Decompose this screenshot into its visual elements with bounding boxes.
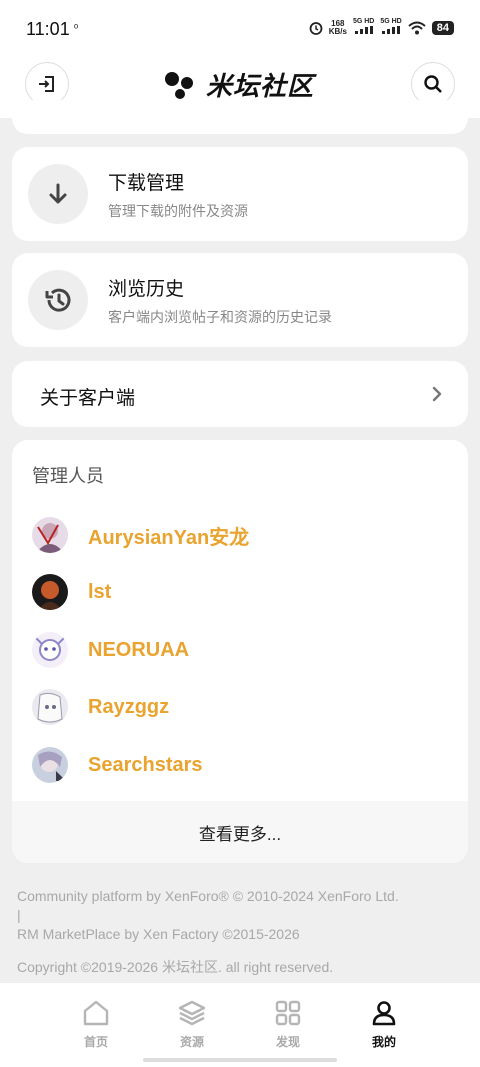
admin-item[interactable]: AurysianYan安龙 [32,516,249,554]
alarm-icon [309,21,323,35]
tab-mine[interactable]: 我的 [354,999,414,1050]
download-icon-container [28,164,88,224]
footer-xenforo: Community platform by XenForo® © 2010-20… [17,888,399,904]
wifi-icon [408,21,426,34]
battery-indicator: 84 [431,20,454,35]
status-time: 11:01 [26,19,70,39]
avatar [32,517,68,553]
downloads-subtitle: 管理下载的附件及资源 [108,202,248,219]
signal-bars-icon [382,26,401,34]
admin-item[interactable]: Rayzggz [32,688,169,726]
about-label: 关于客户端 [40,388,136,409]
avatar [32,574,68,610]
tab-mine-label: 我的 [371,1035,396,1049]
home-icon [83,1000,109,1026]
admin-name: AurysianYan安龙 [88,526,250,549]
tab-home[interactable]: 首页 [66,999,126,1050]
avatar [32,689,68,725]
download-icon [49,183,67,204]
previous-menu-card [12,100,468,134]
menu-item-about[interactable]: 关于客户端 [12,361,468,427]
layers-icon [178,1000,206,1026]
history-icon [45,288,71,312]
bottom-tab-bar: 首页 资源 发现 我的 [0,982,480,1067]
footer-marketplace: RM MarketPlace by Xen Factory ©2015-2026 [17,926,300,942]
history-title: 浏览历史 [108,278,185,300]
admin-name: NEORUAA [88,638,190,661]
footer-copyright: Copyright ©2019-2026 米坛社区. all right res… [17,959,334,975]
avatar [32,747,68,783]
status-bar: 11:01 ᵒ 168 KB/s 5G HD 5G HD 84 [0,0,480,56]
user-icon [372,1001,396,1026]
signal-sim1-label: 5G HD [352,18,375,25]
notification-icon: ᵒ [74,22,79,34]
logo-mark-icon [165,71,193,99]
logo-text: 米坛社区 [206,71,315,101]
tab-resources-label: 资源 [179,1035,204,1049]
signal-sim1: 5G HD [353,18,374,37]
network-speed-unit: KB/s [328,26,347,36]
admin-name: Rayzggz [88,695,170,718]
admins-card: 管理人员 AurysianYan安龙 lst NEORUAA Rayzggz S… [12,440,468,863]
network-speed: 168 KB/s [328,19,347,36]
admin-name: lst [88,580,112,603]
view-more-button[interactable]: 查看更多... [12,801,468,863]
site-logo[interactable]: 米坛社区 [164,66,314,103]
status-indicators: 168 KB/s 5G HD 5G HD 84 [309,18,454,37]
tab-home-label: 首页 [83,1035,108,1049]
menu-item-downloads[interactable]: 下载管理 管理下载的附件及资源 [12,147,468,241]
tab-discover[interactable]: 发现 [258,999,318,1050]
avatar [32,632,68,668]
history-subtitle: 客户端内浏览帖子和资源的历史记录 [108,308,332,325]
history-icon-container [28,270,88,330]
tab-resources[interactable]: 资源 [162,999,222,1050]
admin-item[interactable]: Searchstars [32,746,203,784]
tab-discover-label: 发现 [275,1035,300,1049]
admin-item[interactable]: lst [32,573,111,611]
signal-bars-icon [354,26,373,34]
signal-sim2: 5G HD [380,18,402,37]
home-indicator[interactable] [143,1058,337,1062]
footer-separator: | [17,907,21,923]
grid-icon [275,1000,301,1026]
admin-name: Searchstars [88,753,203,776]
menu-item-history[interactable]: 浏览历史 客户端内浏览帖子和资源的历史记录 [12,253,468,347]
search-icon [424,75,442,93]
login-icon [39,76,54,92]
downloads-title: 下载管理 [108,172,185,194]
chevron-right-icon [432,386,442,402]
signal-sim2-label: 5G HD [380,18,402,25]
admin-item[interactable]: NEORUAA [32,631,189,669]
admins-title: 管理人员 [32,466,104,486]
